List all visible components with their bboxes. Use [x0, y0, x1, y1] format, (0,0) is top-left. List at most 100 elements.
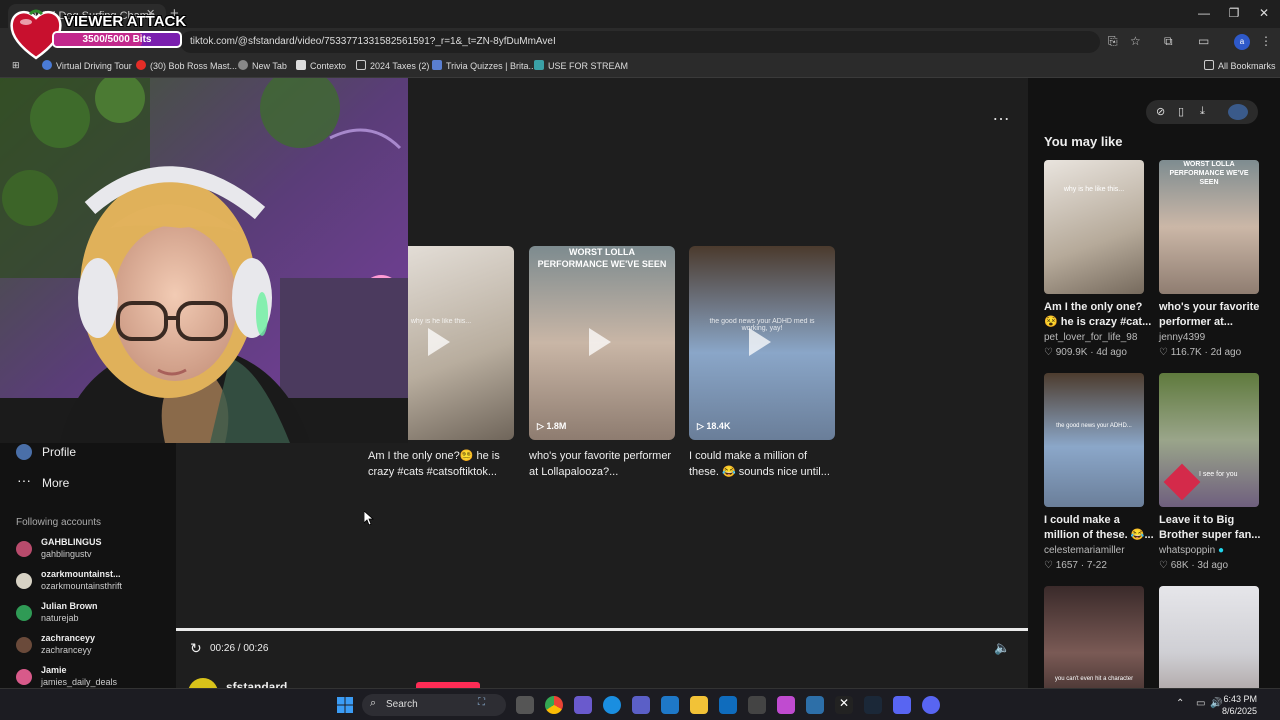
- widgets-icon[interactable]: ⛶: [478, 697, 502, 715]
- avatar: [16, 669, 32, 685]
- user-avatar-icon[interactable]: [1228, 104, 1248, 120]
- bookmark-trivia[interactable]: Trivia Quizzes | Brita...: [432, 60, 536, 71]
- more-dots-icon: ···: [17, 472, 31, 488]
- minimize-icon[interactable]: —: [1194, 6, 1214, 20]
- tray-chevron-icon[interactable]: ⌃: [1176, 698, 1184, 709]
- discord-icon[interactable]: [922, 696, 940, 714]
- account-name: GAHBLINGUS: [41, 537, 102, 547]
- more-options-icon[interactable]: …: [992, 104, 1011, 125]
- replay-icon[interactable]: ↻: [190, 640, 202, 657]
- sidebar-item-more[interactable]: More: [42, 476, 69, 490]
- teams-icon[interactable]: [632, 696, 650, 714]
- view-count-value: 18.4K: [706, 421, 731, 431]
- office-icon[interactable]: [777, 696, 795, 714]
- bookmark-use-for-stream[interactable]: USE FOR STREAM: [534, 60, 628, 71]
- capcut-icon[interactable]: ✕: [835, 696, 853, 714]
- steam-icon[interactable]: [864, 696, 882, 714]
- download-icon[interactable]: ⤓: [1200, 105, 1205, 118]
- all-bookmarks-label: All Bookmarks: [1218, 61, 1276, 71]
- profile-avatar[interactable]: a: [1234, 34, 1250, 50]
- close-window-icon[interactable]: ✕: [1254, 6, 1274, 20]
- contexto-icon: [296, 60, 306, 70]
- globe-icon: [42, 60, 52, 70]
- cast-icon[interactable]: ⎘: [1108, 34, 1118, 49]
- windows-start-icon[interactable]: [337, 697, 353, 713]
- trivia-icon: [432, 60, 442, 70]
- all-bookmarks[interactable]: All Bookmarks: [1204, 60, 1276, 71]
- windows-taskbar: ⌕ Search ⛶ ✕ ⌃ ▭ 🔊 6:43 PM 8/6/2025: [0, 688, 1280, 720]
- avatar: [16, 573, 32, 589]
- volume-tray-icon[interactable]: 🔊: [1210, 698, 1222, 709]
- thumb-caption[interactable]: who's your favorite performer at Lollapa…: [529, 448, 675, 480]
- youtube-icon: [136, 60, 146, 70]
- avatar: [16, 541, 32, 557]
- play-icon: [589, 328, 611, 356]
- app-icon[interactable]: [806, 696, 824, 714]
- app-icon[interactable]: [748, 696, 766, 714]
- following-account[interactable]: GAHBLINGUS gahblingustv: [16, 537, 166, 565]
- following-account[interactable]: ozarkmountainst... ozarkmountainsthrift: [16, 569, 166, 597]
- bookmark-star-icon[interactable]: ☆: [1130, 34, 1141, 48]
- outlook-icon[interactable]: [719, 696, 737, 714]
- avatar: [16, 605, 32, 621]
- sidebar-item-profile[interactable]: Profile: [42, 445, 76, 459]
- thumb-caption[interactable]: Am I the only one?😵‍💫 he is crazy #cats …: [368, 448, 514, 480]
- recommended-thumb: you can't even hit a character: [1044, 586, 1144, 688]
- card-username: whatspoppin ●: [1159, 545, 1224, 556]
- network-icon[interactable]: ▭: [1196, 698, 1205, 709]
- related-video-thumb[interactable]: the good news your ADHD med is working, …: [689, 246, 835, 440]
- recommended-video-card[interactable]: you can't even hit a character: [1044, 586, 1144, 688]
- verified-badge-icon: ●: [1217, 545, 1224, 556]
- task-view-icon[interactable]: [516, 696, 534, 714]
- you-may-like-title: You may like: [1044, 134, 1123, 149]
- apps-icon[interactable]: ⊞: [12, 60, 20, 71]
- bookmark-bob-ross[interactable]: (30) Bob Ross Mast...: [136, 60, 237, 71]
- card-meta: ♡ 909.9K · 4d ago: [1044, 347, 1127, 358]
- extensions-icon[interactable]: ⧉: [1164, 34, 1173, 49]
- card-username: celestemariamiller: [1044, 545, 1125, 556]
- play-icon: [428, 328, 450, 356]
- bookmark-label: USE FOR STREAM: [548, 61, 629, 71]
- reading-list-icon[interactable]: ▭: [1198, 34, 1209, 48]
- bookmark-label: 2024 Taxes (2): [370, 61, 430, 71]
- copilot-icon[interactable]: [574, 696, 592, 714]
- bookmark-contexto[interactable]: Contexto: [296, 60, 346, 71]
- file-explorer-icon[interactable]: [690, 696, 708, 714]
- recommended-thumb: why is he like this...: [1044, 160, 1144, 294]
- thumb-overlay-text: I see for you: [1199, 471, 1238, 478]
- restore-icon[interactable]: ❐: [1224, 6, 1244, 20]
- following-account[interactable]: zachranceyy zachranceyy: [16, 633, 166, 661]
- related-video-thumb[interactable]: WORST LOLLA PERFORMANCE WE'VE SEEN ▷ 1.8…: [529, 246, 675, 440]
- thumb-overlay-text: you can't even hit a character: [1054, 676, 1134, 682]
- thumb-overlay-text: WORST LOLLA PERFORMANCE WE'VE SEEN: [537, 247, 667, 269]
- app-icon[interactable]: [893, 696, 911, 714]
- card-title: Am I the only one? 😵 he is crazy #cat...: [1044, 301, 1152, 328]
- bookmark-new-tab[interactable]: New Tab: [238, 60, 287, 71]
- device-icon[interactable]: ▯: [1178, 105, 1184, 118]
- volume-icon[interactable]: 🔈: [994, 640, 1010, 656]
- view-count: ▷ 1.8M: [537, 421, 567, 431]
- address-bar[interactable]: tiktok.com/@sfstandard/video/75337713315…: [180, 31, 1100, 53]
- card-meta: ♡ 116.7K · 2d ago: [1159, 347, 1242, 358]
- recommended-video-card[interactable]: [1159, 586, 1259, 688]
- bits-progress-bar: 3500/5000 Bits: [52, 31, 182, 48]
- address-row: tiktok.com/@sfstandard/video/75337713315…: [0, 28, 1280, 56]
- bookmark-label: Contexto: [310, 61, 347, 71]
- card-meta: ♡ 68K · 3d ago: [1159, 560, 1229, 571]
- bookmark-virtual-driving[interactable]: Virtual Driving Tour: [42, 60, 132, 71]
- bookmarks-bar: ⊞ Virtual Driving Tour (30) Bob Ross Mas…: [0, 56, 1280, 78]
- thumb-overlay-text: why is he like this...: [1063, 186, 1125, 193]
- clock[interactable]: 6:43 PM 8/6/2025: [1222, 693, 1257, 717]
- chrome-icon[interactable]: [545, 696, 563, 714]
- store-icon[interactable]: [661, 696, 679, 714]
- autoscroll-icon[interactable]: ⊘: [1156, 105, 1165, 118]
- thumb-caption[interactable]: I could make a million of these. 😂 sound…: [689, 448, 835, 480]
- video-progress-bar[interactable]: [176, 628, 1028, 631]
- menu-kebab-icon[interactable]: ⋮: [1260, 34, 1272, 48]
- bookmark-taxes[interactable]: 2024 Taxes (2): [356, 60, 429, 71]
- following-account[interactable]: Julian Brown naturejab: [16, 601, 166, 629]
- clock-time: 6:43 PM: [1223, 694, 1258, 704]
- folder-icon: [1204, 60, 1214, 70]
- view-count-value: 1.8M: [546, 421, 567, 431]
- edge-icon[interactable]: [603, 696, 621, 714]
